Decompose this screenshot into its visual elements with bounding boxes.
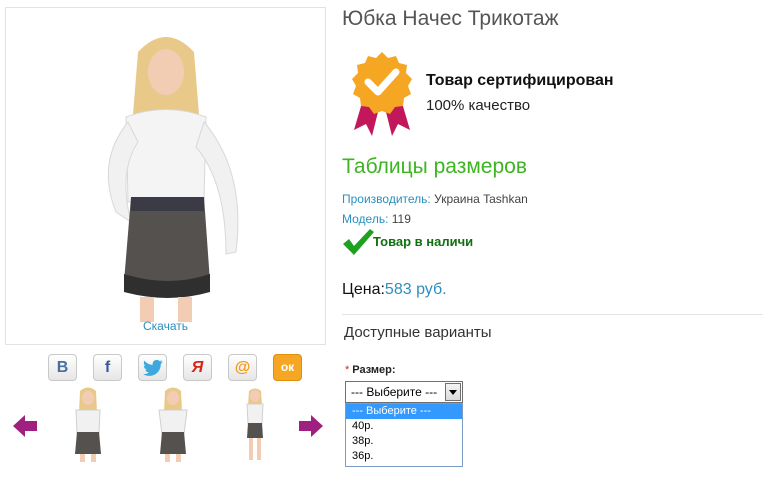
size-option[interactable]: 36р. [346,449,462,464]
certified-medal-icon [352,52,412,136]
manufacturer-value: Украина Tashkan [434,192,528,206]
price: Цена:583 руб. [342,281,447,299]
vk-share-icon[interactable]: В [48,354,77,381]
size-select[interactable]: --- Выберите --- [345,381,463,403]
next-arrow-icon[interactable] [298,413,324,439]
checkmark-icon [343,229,374,255]
divider [342,314,763,315]
size-dropdown-list: --- Выберите --- 40р. 38р. 36р. [345,403,463,467]
twitter-bird-icon [142,359,163,376]
model-photo [107,37,239,322]
model-label: Модель: [342,212,389,226]
price-value: 583 руб. [384,281,447,298]
thumbnail-3[interactable] [230,386,280,462]
manufacturer-label[interactable]: Производитель: [342,192,431,206]
yandex-share-icon[interactable]: Я [183,354,212,381]
certificate-title: Товар сертифицирован [426,72,614,89]
prev-arrow-icon[interactable] [12,413,38,439]
size-field-label: * Размер: [345,364,396,376]
model-line: Модель: 119 [342,212,411,226]
thumbnail-1[interactable] [63,386,113,462]
model-value: 119 [391,212,411,226]
required-mark: * [345,364,350,376]
size-option[interactable]: 40р. [346,419,462,434]
price-label: Цена: [342,281,385,298]
chevron-down-icon[interactable] [445,383,461,401]
odnoklassniki-share-icon[interactable]: ок [273,354,302,381]
size-select-value: --- Выберите --- [351,385,438,399]
stock-status-text: Товар в наличи [373,234,474,249]
facebook-share-icon[interactable]: f [93,354,122,381]
thumbnail-2[interactable] [148,386,198,462]
product-title: Юбка Начес Трикотаж [342,7,559,30]
variants-heading: Доступные варианты [344,324,492,341]
main-product-image[interactable]: Скачать [5,7,326,345]
twitter-share-icon[interactable] [138,354,167,381]
size-tables-link[interactable]: Таблицы размеров [342,155,527,179]
size-label-text: Размер: [352,364,396,376]
mail-share-icon[interactable]: @ [228,354,257,381]
download-link[interactable]: Скачать [6,319,325,333]
size-option[interactable]: 38р. [346,434,462,449]
certificate-subtitle: 100% качество [426,97,531,114]
manufacturer-line: Производитель: Украина Tashkan [342,192,528,206]
stock-status: Товар в наличи [342,228,473,256]
size-option[interactable]: --- Выберите --- [346,404,462,419]
